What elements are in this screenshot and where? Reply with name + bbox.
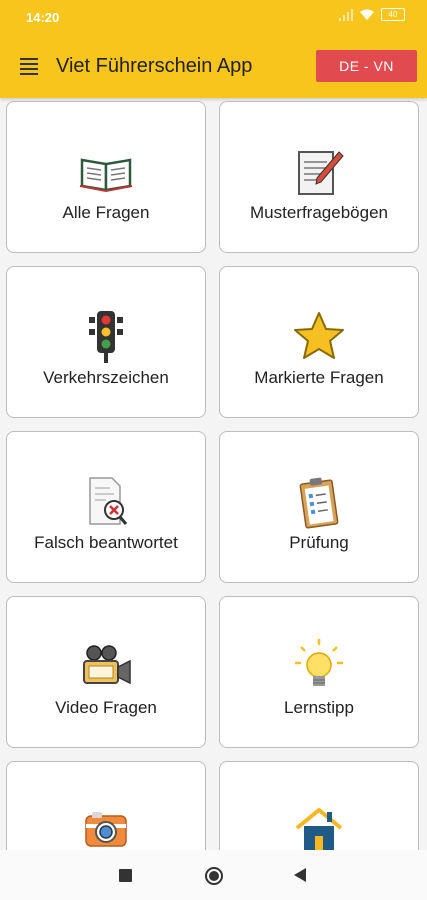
menu-grid: Alle Fragen Musterfragebögen Verkehrszei… xyxy=(0,98,427,850)
traffic-light-icon xyxy=(89,311,123,363)
battery-icon: 40 xyxy=(381,8,405,21)
lightbulb-icon xyxy=(295,639,343,686)
card-markierte-fragen[interactable]: Markierte Fragen xyxy=(219,266,419,418)
card-label: Musterfragebögen xyxy=(250,203,388,222)
card-label: Prüfung xyxy=(289,533,349,552)
card-verkehrszeichen[interactable]: Verkehrszeichen xyxy=(6,266,206,418)
card-label: Alle Fragen xyxy=(62,203,150,222)
card-photo[interactable] xyxy=(6,761,206,850)
app-bar: Viet Führerschein App DE - VN xyxy=(0,36,427,98)
card-pruefung[interactable]: Prüfung xyxy=(219,431,419,583)
back-triangle-icon[interactable] xyxy=(293,867,307,883)
home-icon xyxy=(295,808,343,850)
card-falsch-beantwortet[interactable]: Falsch beantwortet xyxy=(6,431,206,583)
book-icon xyxy=(79,158,133,193)
clipboard-checklist-icon xyxy=(299,477,339,529)
card-label: Video Fragen xyxy=(55,698,157,717)
card-label: Lernstipp xyxy=(284,698,354,717)
card-video-fragen[interactable]: Video Fragen xyxy=(6,596,206,748)
signal-icon xyxy=(339,8,353,21)
card-label: Verkehrszeichen xyxy=(43,368,169,387)
photo-camera-icon xyxy=(85,812,127,847)
card-home[interactable] xyxy=(219,761,419,850)
card-lernstipp[interactable]: Lernstipp xyxy=(219,596,419,748)
card-label: Falsch beantwortet xyxy=(34,533,178,552)
notepad-pencil-icon xyxy=(298,151,344,195)
battery-level: 40 xyxy=(388,10,398,19)
system-icons: 40 xyxy=(339,8,405,21)
app-title: Viet Führerschein App xyxy=(56,55,253,77)
status-bar: 14:20 40 xyxy=(0,0,427,36)
recents-square-icon[interactable] xyxy=(119,869,132,882)
wrong-document-icon xyxy=(89,477,128,525)
wifi-icon xyxy=(360,9,374,20)
language-toggle-button[interactable]: DE - VN xyxy=(316,50,417,82)
card-musterfrageboegen[interactable]: Musterfragebögen xyxy=(219,101,419,253)
video-camera-icon xyxy=(83,645,131,685)
system-nav-bar xyxy=(0,850,427,900)
status-time: 14:20 xyxy=(26,10,60,25)
home-circle-icon[interactable] xyxy=(205,867,223,885)
hamburger-menu-icon[interactable] xyxy=(20,58,38,75)
card-alle-fragen[interactable]: Alle Fragen xyxy=(6,101,206,253)
star-icon xyxy=(294,312,344,359)
card-label: Markierte Fragen xyxy=(254,368,384,387)
